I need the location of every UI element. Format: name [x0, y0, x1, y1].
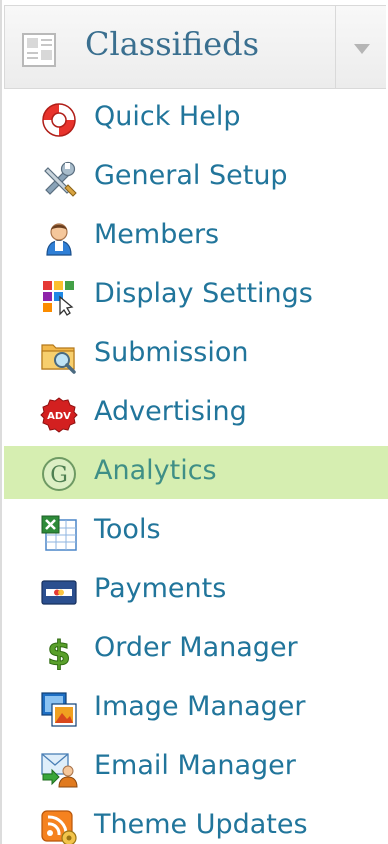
menu-item-label: Image Manager: [94, 691, 306, 722]
menu-item-label: Analytics: [94, 455, 217, 486]
menu-item-label: Quick Help: [94, 101, 241, 132]
menu-item-label: Tools: [94, 514, 161, 545]
svg-text:$: $: [47, 634, 71, 670]
menu-item-label: Submission: [94, 337, 249, 368]
svg-text:G: G: [50, 463, 68, 488]
classifieds-menu-panel: Classifieds Quick Help General Setup Mem…: [0, 0, 388, 844]
menu-item-quick-help[interactable]: Quick Help: [4, 89, 388, 148]
menu-item-label: Theme Updates: [94, 809, 308, 840]
menu-item-email-manager[interactable]: Email Manager: [4, 738, 388, 797]
menu-item-label: Advertising: [94, 396, 247, 427]
menu-item-theme-updates[interactable]: Theme Updates: [4, 797, 388, 844]
classifieds-document-icon: [21, 30, 61, 70]
menu-item-tools[interactable]: Tools: [4, 502, 388, 561]
triangle-down-icon: [354, 44, 370, 54]
lifebuoy-icon: [40, 101, 78, 139]
classifieds-menu-header[interactable]: Classifieds: [4, 5, 386, 89]
menu-item-label: Payments: [94, 573, 227, 604]
menu-item-label: Members: [94, 219, 220, 250]
folder-search-icon: [40, 337, 78, 375]
menu-item-advertising[interactable]: ADV Advertising: [4, 384, 388, 443]
svg-text:ADV: ADV: [47, 411, 71, 422]
menu-item-order-manager[interactable]: $ Order Manager: [4, 620, 388, 679]
menu-item-image-manager[interactable]: Image Manager: [4, 679, 388, 738]
google-g-icon: G: [40, 455, 78, 493]
color-tiles-cursor-icon: [40, 278, 78, 316]
menu-item-submission[interactable]: Submission: [4, 325, 388, 384]
rss-feed-icon: [40, 809, 78, 844]
menu-item-payments[interactable]: Payments: [4, 561, 388, 620]
spreadsheet-icon: [40, 514, 78, 552]
user-icon: [40, 219, 78, 257]
dollar-sign-icon: $: [40, 632, 78, 675]
classifieds-submenu: Quick Help General Setup Members Display…: [4, 89, 388, 844]
images-icon: [40, 691, 78, 729]
credit-card-icon: [40, 573, 78, 611]
email-user-icon: [40, 750, 78, 788]
menu-item-label: Display Settings: [94, 278, 313, 309]
page-title: Classifieds: [85, 25, 260, 63]
menu-item-label: Email Manager: [94, 750, 296, 781]
collapse-toggle-button[interactable]: [336, 6, 387, 88]
menu-item-label: General Setup: [94, 160, 288, 191]
wrench-screwdriver-icon: [40, 160, 78, 198]
menu-item-analytics[interactable]: G Analytics: [4, 446, 388, 499]
menu-item-display-settings[interactable]: Display Settings: [4, 266, 388, 325]
menu-item-general-setup[interactable]: General Setup: [4, 148, 388, 207]
menu-item-members[interactable]: Members: [4, 207, 388, 266]
menu-item-label: Order Manager: [94, 632, 298, 663]
adv-badge-icon: ADV: [40, 396, 78, 434]
